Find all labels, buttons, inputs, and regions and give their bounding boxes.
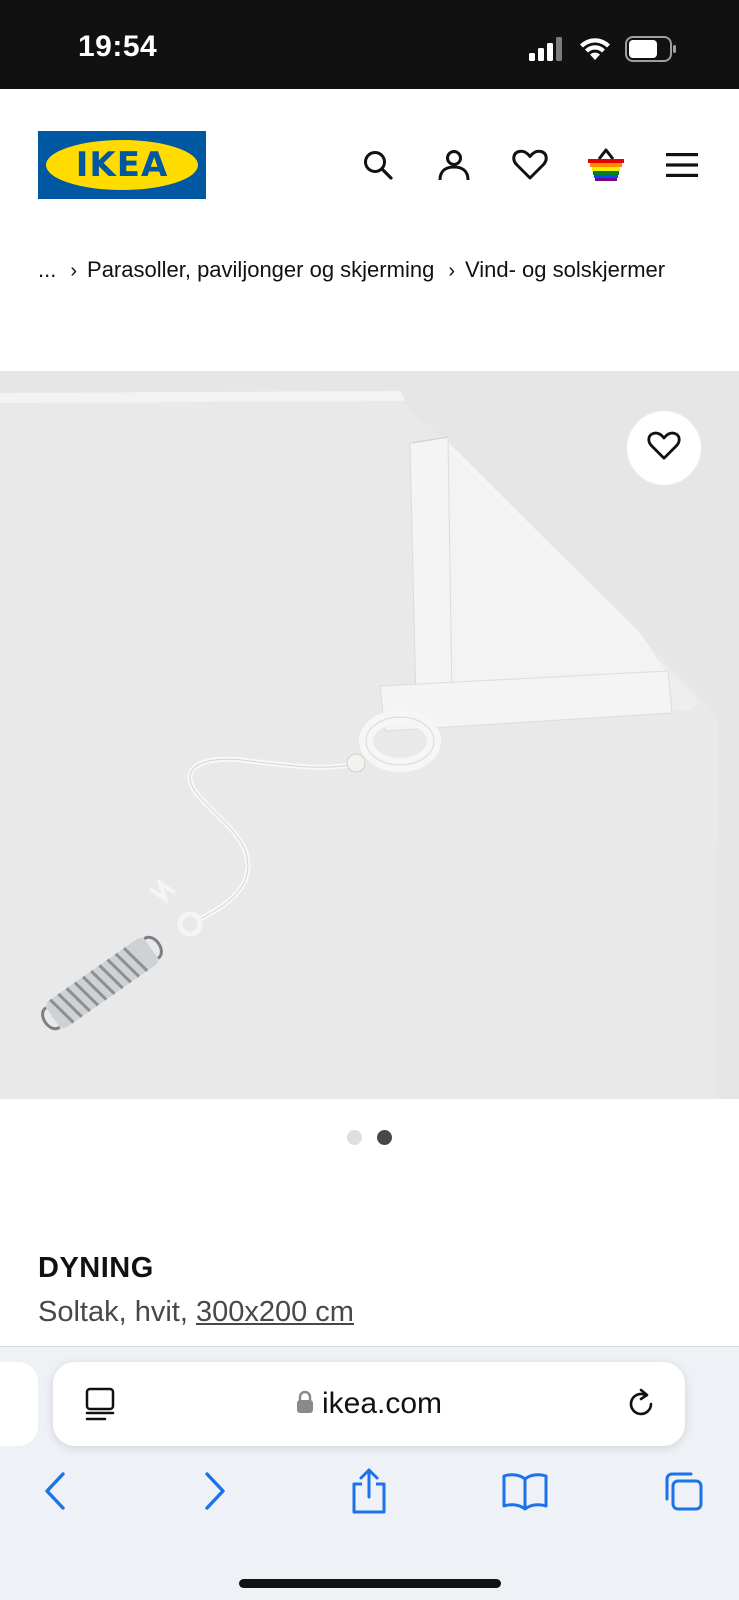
wishlist-icon[interactable] [508,143,552,187]
product-size-link[interactable]: 300x200 cm [196,1296,354,1328]
previous-tab-card[interactable] [0,1362,38,1446]
site-header: IKEA [0,89,739,239]
tabs-icon[interactable] [655,1463,711,1519]
url-text: ikea.com [321,1387,443,1420]
breadcrumb-ellipsis[interactable]: ... [38,257,56,282]
forward-icon[interactable] [187,1463,243,1519]
bookmarks-icon[interactable] [497,1463,553,1519]
lock-icon [296,1390,314,1419]
heart-icon [647,431,681,466]
menu-icon[interactable] [660,143,704,187]
carousel-dots [0,1130,739,1145]
add-to-wishlist-button[interactable] [627,411,701,485]
wifi-icon [579,37,611,66]
product-type: Soltak, hvit, [38,1296,188,1328]
breadcrumb-item-wind-sun-screens[interactable]: Vind- og solskjermer [465,257,665,282]
product-name: DYNING [38,1252,154,1284]
share-icon[interactable] [341,1463,397,1519]
search-icon[interactable] [356,143,400,187]
back-icon[interactable] [27,1463,83,1519]
product-photo [0,371,739,1099]
url-display[interactable]: ikea.com [53,1362,685,1446]
reload-icon[interactable] [623,1386,659,1422]
chevron-right-icon: › [448,260,455,282]
header-nav [0,143,739,187]
carousel-dot-1[interactable] [347,1130,362,1145]
signal-icon [529,37,565,66]
product-description: Soltak, hvit, 300x200 cm [38,1296,354,1329]
carousel-dot-2[interactable] [377,1130,392,1145]
status-time: 19:54 [78,30,158,63]
account-icon[interactable] [432,143,476,187]
breadcrumb: ... › Parasoller, paviljonger og skjerming… [38,250,698,291]
address-bar[interactable]: ikea.com [53,1362,685,1446]
home-indicator[interactable] [239,1579,501,1588]
product-image[interactable] [0,371,739,1099]
browser-toolbar [0,1463,739,1523]
status-icons [529,36,677,67]
browser-bottom-bar: ikea.com [0,1346,739,1600]
battery-icon [625,36,677,67]
status-bar: 19:54 [0,0,739,89]
chevron-right-icon: › [70,260,78,282]
breadcrumb-item-parasols[interactable]: Parasoller, paviljonger og skjerming [87,257,434,282]
basket-icon[interactable] [584,143,628,187]
